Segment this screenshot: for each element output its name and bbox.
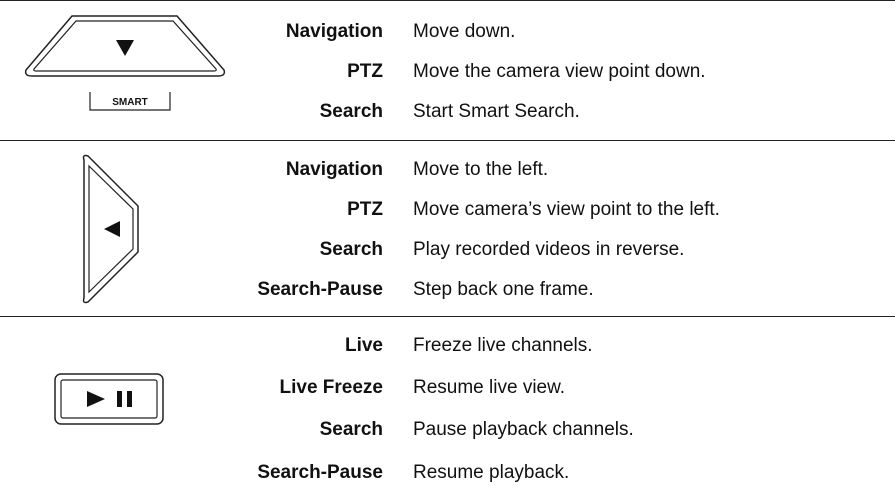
mode-label: Search <box>319 419 383 440</box>
mode-description: Step back one frame. <box>413 279 594 300</box>
mode-label: Live Freeze <box>279 377 384 398</box>
table-row: Search Start Smart Search. <box>0 92 895 132</box>
mode-label: Search <box>319 101 383 122</box>
mode-label: Navigation <box>285 159 383 180</box>
mode-label: PTZ <box>347 61 383 82</box>
table-row: PTZ Move the camera view point down. <box>0 52 895 92</box>
mode-description: Play recorded videos in reverse. <box>413 239 685 260</box>
mode-label: Search-Pause <box>257 279 383 300</box>
table-row: PTZ Move camera’s view point to the left… <box>0 190 895 230</box>
table-row: Search-Pause Step back one frame. <box>0 270 895 310</box>
table-row: Search Play recorded videos in reverse. <box>0 230 895 270</box>
table-row: Live Freeze live channels. <box>0 326 895 366</box>
mode-label: PTZ <box>347 199 383 220</box>
mode-description: Start Smart Search. <box>413 101 580 122</box>
mode-label: Search <box>319 239 383 260</box>
table-row: Navigation Move to the left. <box>0 150 895 190</box>
mode-label: Navigation <box>285 21 383 42</box>
mode-description: Move to the left. <box>413 159 549 180</box>
mode-description: Move the camera view point down. <box>413 61 706 82</box>
table-row: Search-Pause Resume playback. <box>0 453 895 493</box>
mode-description: Pause playback channels. <box>413 419 634 440</box>
table-row: Search Pause playback channels. <box>0 410 895 450</box>
mode-label: Live <box>344 335 383 356</box>
section-play-pause-button: Live Freeze live channels. Live Freeze R… <box>0 316 895 502</box>
table-row: Navigation Move down. <box>0 12 895 52</box>
mode-description: Resume live view. <box>413 377 566 398</box>
mode-description: Move down. <box>413 21 516 42</box>
section-down-button: SMART Navigation Move down. PTZ Move the… <box>0 0 895 140</box>
section-left-button: Navigation Move to the left. PTZ Move ca… <box>0 140 895 316</box>
mode-description: Freeze live channels. <box>413 335 593 356</box>
table-row: Live Freeze Resume live view. <box>0 368 895 408</box>
mode-label: Search-Pause <box>257 462 383 483</box>
mode-description: Resume playback. <box>413 462 570 483</box>
mode-description: Move camera’s view point to the left. <box>413 199 720 220</box>
